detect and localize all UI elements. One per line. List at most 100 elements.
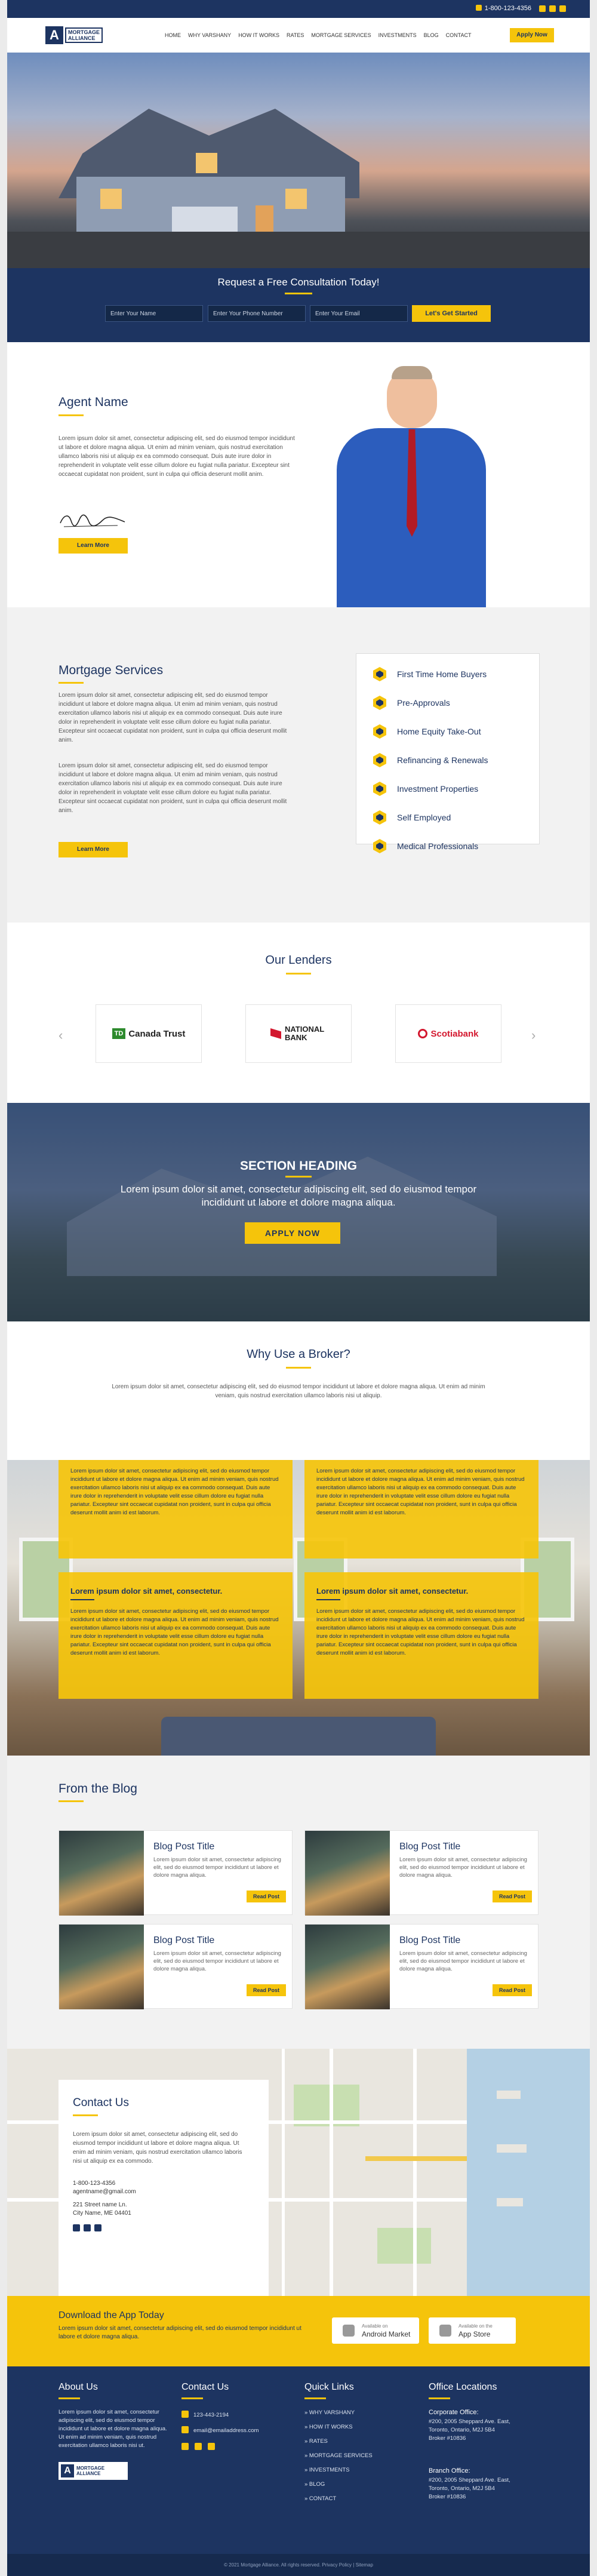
lender-td-canada-trust[interactable]: TD Canada Trust <box>96 1004 202 1063</box>
android-market-button[interactable]: Available on Android Market <box>332 2317 419 2344</box>
read-post-button[interactable]: Read Post <box>247 1984 286 1996</box>
corporate-office-line1: #200, 2005 Sheppard Ave. East, <box>429 2418 510 2425</box>
name-input[interactable]: Enter Your Name <box>105 305 203 322</box>
title-underline <box>59 682 84 684</box>
footer-link-investments[interactable]: » INVESTMENTS <box>304 2467 350 2473</box>
td-logo-icon: TD <box>112 1028 126 1039</box>
lenders-prev-arrow[interactable]: ‹ <box>59 1028 63 1043</box>
service-investment-properties[interactable]: Investment Properties <box>373 782 478 796</box>
instagram-icon[interactable] <box>549 5 556 12</box>
blog-card-2[interactable]: Blog Post Title Lorem ipsum dolor sit am… <box>304 1830 538 1916</box>
services-paragraph-1: Lorem ipsum dolor sit amet, consectetur … <box>59 692 287 743</box>
footer-link-contact[interactable]: » CONTACT <box>304 2495 336 2502</box>
instagram-icon[interactable] <box>195 2443 202 2450</box>
top-phone[interactable]: 1-800-123-4356 <box>475 5 531 12</box>
phone-icon <box>181 2411 189 2418</box>
services-learn-more-button[interactable]: Learn More <box>59 842 128 857</box>
phone-input[interactable]: Enter Your Phone Number <box>208 305 306 322</box>
footer-link-how[interactable]: » HOW IT WORKS <box>304 2424 353 2430</box>
contact-address-line2: City Name, ME 04401 <box>73 2210 131 2217</box>
app-store-button[interactable]: Available on the App Store <box>429 2317 516 2344</box>
hero-image <box>7 53 590 268</box>
service-first-time-buyers[interactable]: First Time Home Buyers <box>373 667 487 681</box>
footer-link-blog[interactable]: » BLOG <box>304 2481 325 2488</box>
read-post-button[interactable]: Read Post <box>247 1890 286 1902</box>
email-input[interactable]: Enter Your Email <box>310 305 408 322</box>
nav-blog[interactable]: BLOG <box>424 32 439 38</box>
services-title: Mortgage Services <box>59 663 164 677</box>
footer-logo[interactable]: A MORTGAGE ALLIANCE <box>59 2462 128 2480</box>
title-underline <box>59 414 84 416</box>
nav-mortgage-services[interactable]: MORTGAGE SERVICES <box>311 32 371 38</box>
contact-phone[interactable]: 1-800-123-4356 <box>73 2180 115 2187</box>
agent-learn-more-button[interactable]: Learn More <box>59 538 128 554</box>
house-badge-icon <box>373 753 386 767</box>
read-post-button[interactable]: Read Post <box>493 1984 532 1996</box>
footer-links-title: Quick Links <box>304 2382 354 2392</box>
email-icon <box>181 2426 189 2433</box>
footer-email[interactable]: email@emailaddress.com <box>181 2426 259 2435</box>
logo[interactable]: A MORTGAGE ALLIANCE <box>45 25 117 45</box>
service-home-equity[interactable]: Home Equity Take-Out <box>373 724 481 739</box>
site-footer: About Us Lorem ipsum dolor sit amet, con… <box>7 2366 590 2576</box>
blog-card-1[interactable]: Blog Post Title Lorem ipsum dolor sit am… <box>59 1830 293 1916</box>
apply-now-button[interactable]: Apply Now <box>510 28 554 42</box>
get-started-button[interactable]: Let's Get Started <box>412 305 491 322</box>
linkedin-icon[interactable] <box>559 5 566 12</box>
lenders-next-arrow[interactable]: › <box>531 1028 536 1043</box>
footer-link-rates[interactable]: » RATES <box>304 2438 328 2445</box>
read-post-button[interactable]: Read Post <box>493 1890 532 1902</box>
footer-contact-title: Contact Us <box>181 2382 229 2392</box>
banner-heading: SECTION HEADING <box>239 1159 357 1173</box>
service-refinancing[interactable]: Refinancing & Renewals <box>373 753 488 767</box>
instagram-icon[interactable] <box>84 2224 91 2231</box>
site-header: A MORTGAGE ALLIANCE HOME WHY VARSHANY HOW… <box>7 18 590 53</box>
footer-link-why[interactable]: » WHY VARSHANY <box>304 2409 355 2416</box>
why-broker-section: Why Use a Broker? Lorem ipsum dolor sit … <box>7 1321 590 1460</box>
why-card-4: Lorem ipsum dolor sit amet, consectetur.… <box>304 1572 538 1699</box>
nav-rates[interactable]: RATES <box>287 32 304 38</box>
linkedin-icon[interactable] <box>94 2224 101 2231</box>
nav-how-it-works[interactable]: HOW IT WORKS <box>238 32 279 38</box>
lender-national-bank[interactable]: NATIONAL BANK <box>245 1004 352 1063</box>
footer-phone[interactable]: 123-443-2194 <box>181 2411 229 2420</box>
phone-icon <box>475 5 482 11</box>
why-card-2: Lorem ipsum dolor sit amet, consectetur.… <box>304 1460 538 1558</box>
nav-investments[interactable]: INVESTMENTS <box>378 32 417 38</box>
twitter-icon[interactable] <box>539 5 546 12</box>
title-underline <box>73 2114 98 2116</box>
twitter-icon[interactable] <box>181 2443 189 2450</box>
footer-about-text: Lorem ipsum dolor sit amet, consectetur … <box>59 2409 167 2449</box>
nav-home[interactable]: HOME <box>165 32 181 38</box>
service-medical-professionals[interactable]: Medical Professionals <box>373 839 478 853</box>
nav-why[interactable]: WHY VARSHANY <box>188 32 231 38</box>
scotiabank-logo-icon <box>418 1029 428 1038</box>
footer-link-services[interactable]: » MORTGAGE SERVICES <box>304 2452 373 2459</box>
banner-text: Lorem ipsum dolor sit amet, consectetur … <box>120 1184 477 1208</box>
twitter-icon[interactable] <box>73 2224 80 2231</box>
map-water <box>467 2049 590 2296</box>
service-self-employed[interactable]: Self Employed <box>373 810 451 825</box>
logo-mark: A <box>45 26 63 44</box>
linkedin-icon[interactable] <box>208 2443 215 2450</box>
blog-card-3[interactable]: Blog Post Title Lorem ipsum dolor sit am… <box>59 1924 293 2009</box>
contact-email[interactable]: agentname@gmail.com <box>73 2188 136 2195</box>
nav-contact[interactable]: CONTACT <box>446 32 472 38</box>
blog-card-4[interactable]: Blog Post Title Lorem ipsum dolor sit am… <box>304 1924 538 2009</box>
copyright: © 2021 Mortgage Alliance. All rights res… <box>7 2554 590 2576</box>
blog-thumbnail <box>59 1925 144 2009</box>
footer-offices-title: Office Locations <box>429 2382 497 2392</box>
house-badge-icon <box>373 696 386 710</box>
social-links <box>539 5 566 12</box>
sofa-image <box>161 1717 436 1756</box>
corporate-office-label: Corporate Office: <box>429 2409 479 2416</box>
lenders-title: Our Lenders <box>265 954 332 967</box>
lender-scotiabank[interactable]: Scotiabank <box>395 1004 501 1063</box>
national-bank-logo-icon <box>270 1028 281 1039</box>
agent-section: Agent Name Lorem ipsum dolor sit amet, c… <box>7 342 590 607</box>
banner-apply-now-button[interactable]: APPLY NOW <box>245 1222 340 1244</box>
map-section[interactable]: Contact Us Lorem ipsum dolor sit amet, c… <box>7 2049 590 2296</box>
service-pre-approvals[interactable]: Pre-Approvals <box>373 696 450 710</box>
section-heading-banner: SECTION HEADING Lorem ipsum dolor sit am… <box>7 1103 590 1321</box>
contact-address-line1: 221 Street name Ln. <box>73 2202 127 2208</box>
